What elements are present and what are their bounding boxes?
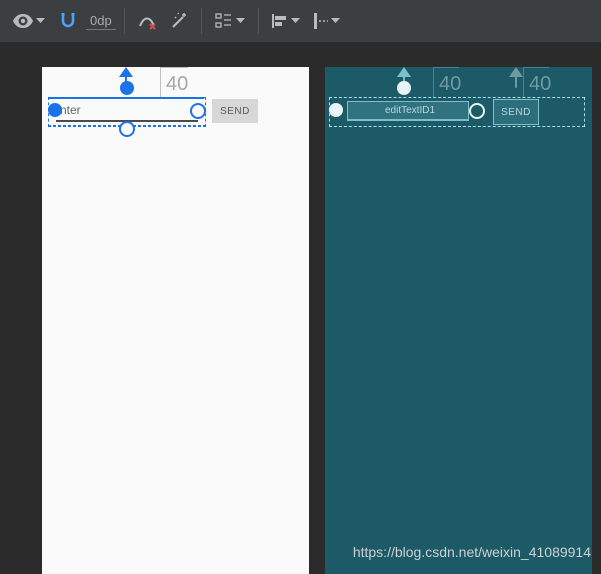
constraint-handle-right[interactable] [190,103,206,119]
guideline-tick [433,67,459,68]
send-button[interactable]: SEND [212,99,258,123]
constraint-handle-left[interactable] [48,103,62,117]
align-button[interactable] [265,0,307,42]
constraint-handle-top[interactable] [397,81,411,95]
default-margin-field[interactable]: 0dp [86,13,116,30]
send-button[interactable]: SEND [493,99,539,125]
guideline-vertical [160,67,161,97]
pack-icon [215,13,233,29]
clear-constraints-button[interactable] [131,0,163,42]
autoconnect-button[interactable] [52,0,84,42]
design-surface[interactable]: 40 nter SEND [42,67,309,574]
pack-button[interactable] [208,0,252,42]
layout-editor-canvas: 40 nter SEND 40 40 [0,42,601,574]
chevron-down-icon [291,18,300,24]
constraint-shaft [515,76,517,88]
edittext-widget[interactable]: nter [56,100,198,122]
view-options-button[interactable] [6,0,52,42]
constraint-handle-top[interactable] [120,81,134,95]
selection-top-edge [48,97,204,99]
guideline-icon [314,13,328,29]
chevron-down-icon [236,18,245,24]
layout-editor-toolbar: 0dp [0,0,601,43]
guideline-value: 40 [529,73,551,96]
guidelines-button[interactable] [307,0,347,42]
magic-wand-icon [170,12,188,30]
guideline-vertical [523,67,524,97]
align-left-icon [272,14,288,28]
infer-constraints-button[interactable] [163,0,195,42]
edittext-widget[interactable]: editTextID1 [347,101,469,121]
guideline-tick [160,67,188,68]
guideline-vertical [433,67,434,97]
guideline-value: 40 [439,73,461,96]
clear-constraints-icon [138,12,156,30]
chevron-down-icon [331,18,340,24]
constraint-handle-bottom[interactable] [119,121,135,137]
send-button-label: SEND [220,106,250,117]
chevron-down-icon [36,18,45,24]
constraint-handle-left[interactable] [329,103,343,117]
constraint-handle-right[interactable] [469,103,485,119]
send-button-label: SEND [501,107,531,118]
guideline-tick [523,67,549,68]
toolbar-separator [258,8,259,34]
magnet-icon [59,12,77,30]
eye-icon [13,14,33,28]
edittext-id: editTextID1 [385,105,435,116]
toolbar-separator [201,8,202,34]
toolbar-separator [124,8,125,34]
margin-value-text: 0dp [90,13,112,28]
guideline-value: 40 [166,73,188,96]
edittext-placeholder: nter [60,103,81,117]
blueprint-surface[interactable]: 40 40 editTextID1 SEND [325,67,592,574]
